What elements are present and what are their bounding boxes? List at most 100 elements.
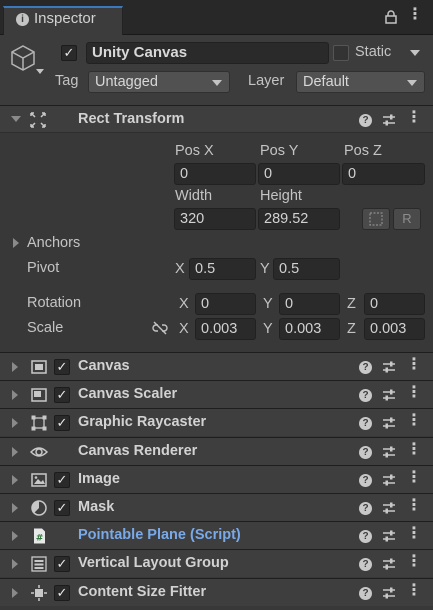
raw-edit-button[interactable]: R (393, 208, 421, 230)
info-icon: i (16, 13, 29, 26)
foldout-collapsed-icon[interactable] (12, 503, 18, 513)
foldout-collapsed-icon[interactable] (12, 587, 18, 598)
foldout-collapsed-icon[interactable] (12, 531, 18, 542)
component-row[interactable]: Canvas Renderer? ⋮ (0, 436, 433, 465)
rect-transform-header[interactable]: Rect Transform ? ⋮ (0, 105, 433, 133)
presets-icon[interactable] (381, 112, 397, 128)
presets-icon[interactable] (381, 528, 397, 544)
rotation-y-field[interactable]: 0 (279, 293, 340, 315)
layer-dropdown[interactable]: Default (296, 71, 425, 93)
kebab-menu-icon[interactable]: ⋮ (405, 469, 423, 488)
rotation-z-field[interactable]: 0 (364, 293, 425, 315)
anchors-foldout-icon[interactable] (13, 238, 19, 248)
static-checkbox[interactable] (333, 45, 349, 61)
lock-icon[interactable] (385, 10, 397, 24)
component-enabled-checkbox[interactable]: ✓ (54, 584, 70, 601)
help-icon[interactable]: ? (359, 586, 372, 600)
presets-icon[interactable] (381, 387, 397, 403)
active-checkbox[interactable]: ✓ (61, 45, 77, 61)
blueprint-mode-button[interactable] (362, 208, 390, 230)
component-row[interactable]: ✓ Graphic Raycaster? ⋮ (0, 408, 433, 437)
scale-z-label: Z (347, 321, 356, 337)
anchors-label[interactable]: Anchors (27, 235, 80, 251)
presets-icon[interactable] (381, 359, 397, 375)
pivot-x-field[interactable]: 0.5 (189, 258, 256, 280)
pos-y-field[interactable]: 0 (258, 163, 340, 185)
kebab-menu-icon[interactable]: ⋮ (405, 385, 423, 403)
width-field[interactable]: 320 (174, 208, 256, 230)
kebab-menu-icon[interactable]: ⋮ (405, 413, 423, 431)
icon-dropdown-arrow[interactable] (36, 69, 44, 74)
component-title: Canvas Scaler (78, 386, 178, 403)
kebab-menu-icon[interactable]: ⋮ (407, 7, 423, 23)
scale-x-label: X (179, 321, 189, 337)
kebab-menu-icon[interactable]: ⋮ (405, 441, 423, 460)
help-icon[interactable]: ? (359, 530, 372, 544)
component-title: Mask (78, 499, 115, 515)
component-title: Rect Transform (78, 111, 185, 127)
kebab-menu-icon[interactable]: ⋮ (405, 582, 423, 601)
presets-icon[interactable] (381, 556, 397, 572)
component-enabled-checkbox[interactable]: ✓ (54, 415, 70, 432)
presets-icon[interactable] (381, 500, 397, 516)
component-row[interactable]: ✓ Mask? ⋮ (0, 493, 433, 521)
scale-z-field[interactable]: 0.003 (364, 318, 425, 340)
rotation-x-field[interactable]: 0 (195, 293, 256, 315)
pos-z-field[interactable]: 0 (342, 163, 425, 185)
component-enabled-checkbox[interactable]: ✓ (54, 359, 70, 375)
constrain-proportions-icon[interactable] (151, 321, 169, 335)
help-icon[interactable]: ? (359, 114, 372, 127)
presets-icon[interactable] (381, 415, 397, 431)
component-row[interactable]: ✓ Canvas Scaler? ⋮ (0, 380, 433, 409)
component-enabled-checkbox[interactable]: ✓ (54, 387, 70, 404)
help-icon[interactable]: ? (359, 473, 372, 487)
help-icon[interactable]: ? (359, 361, 372, 374)
component-enabled-checkbox[interactable]: ✓ (54, 471, 70, 488)
component-row[interactable]: ✓ Vertical Layout Group? ⋮ (0, 549, 433, 578)
help-icon[interactable]: ? (359, 445, 372, 459)
foldout-collapsed-icon[interactable] (12, 418, 18, 429)
component-row[interactable]: ✓ Image? ⋮ (0, 464, 433, 493)
help-icon[interactable]: ? (359, 417, 372, 431)
component-enabled-checkbox[interactable]: ✓ (54, 500, 70, 516)
help-icon[interactable]: ? (359, 558, 372, 572)
presets-icon[interactable] (381, 472, 397, 488)
kebab-menu-icon[interactable]: ⋮ (405, 554, 423, 572)
height-field[interactable]: 289.52 (258, 208, 340, 230)
component-title: Content Size Fitter (78, 583, 207, 600)
foldout-collapsed-icon[interactable] (12, 362, 18, 372)
foldout-collapsed-icon[interactable] (12, 474, 18, 485)
foldout-collapsed-icon[interactable] (12, 390, 18, 401)
scale-label: Scale (27, 320, 64, 336)
presets-icon[interactable] (381, 444, 397, 460)
component-title: Graphic Raycaster (78, 414, 207, 431)
foldout-collapsed-icon[interactable] (12, 446, 18, 457)
scale-y-label: Y (263, 321, 273, 337)
component-row[interactable]: ✓ Canvas? ⋮ (0, 352, 433, 380)
component-row[interactable]: # Pointable Plane (Script)? ⋮ (0, 521, 433, 550)
static-dropdown-arrow[interactable] (410, 50, 420, 56)
pivot-y-field[interactable]: 0.5 (273, 258, 340, 280)
scale-y-field[interactable]: 0.003 (279, 318, 340, 340)
kebab-menu-icon[interactable]: ⋮ (405, 498, 423, 516)
scale-x-field[interactable]: 0.003 (195, 318, 256, 340)
tab-inspector[interactable]: i Inspector (3, 6, 123, 36)
kebab-menu-icon[interactable]: ⋮ (405, 526, 423, 544)
kebab-menu-icon[interactable]: ⋮ (405, 110, 423, 128)
foldout-expanded-icon[interactable] (11, 116, 21, 122)
pos-x-field[interactable]: 0 (174, 163, 256, 185)
component-enabled-checkbox[interactable]: ✓ (54, 556, 70, 573)
component-title: Image (78, 470, 120, 487)
foldout-collapsed-icon[interactable] (12, 559, 18, 570)
script-icon: # (34, 528, 45, 544)
component-row[interactable]: ✓ Content Size Fitter? ⋮ (0, 577, 433, 606)
help-icon[interactable]: ? (359, 502, 372, 515)
object-name-field[interactable]: Unity Canvas (86, 42, 329, 64)
tag-dropdown[interactable]: Untagged (88, 71, 230, 93)
component-title: Vertical Layout Group (78, 555, 229, 572)
presets-icon[interactable] (381, 585, 397, 601)
help-icon[interactable]: ? (359, 389, 372, 403)
kebab-menu-icon[interactable]: ⋮ (405, 357, 423, 375)
tag-value: Untagged (95, 74, 158, 90)
static-label: Static (355, 44, 392, 60)
